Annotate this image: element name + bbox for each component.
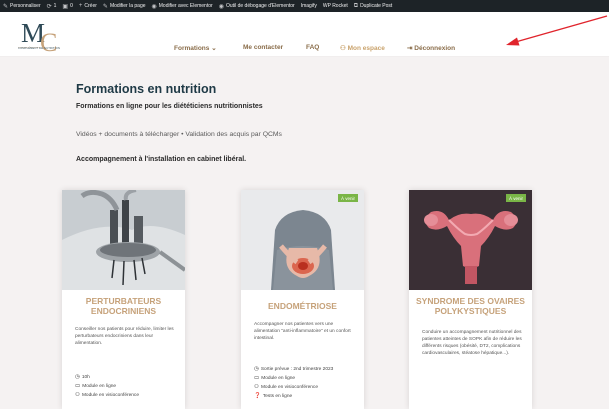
card-title[interactable]: SYNDROME DES OVAIRES POLYKYSTIQUES	[413, 296, 528, 316]
copy-icon: ⧉	[353, 2, 359, 9]
admin-bar-label: 1	[53, 3, 57, 9]
site-logo[interactable]: M C COMPLÉMENT DE NUTRITION	[18, 18, 80, 57]
comment-icon: ▣	[62, 3, 69, 10]
meta-text: Module en ligne	[82, 383, 117, 389]
admin-bar-label: Créer	[84, 3, 97, 9]
admin-bar-item[interactable]: ✎ Personnaliser	[3, 3, 41, 10]
elementor-icon: ◉	[218, 3, 224, 10]
svg-text:C: C	[40, 28, 57, 56]
admin-bar-label: Modifier la page	[109, 3, 146, 9]
clock-icon: ◷	[75, 374, 80, 380]
card-title[interactable]: PERTURBATEURS ENDOCRINIENS	[66, 296, 181, 316]
status-badge: À venir	[337, 194, 358, 202]
admin-bar-label: Modifier avec Elementor	[158, 3, 213, 9]
meta-tests: ❓ Tests en ligne	[254, 393, 292, 399]
logout-icon: ⇥	[407, 45, 413, 52]
user-group-icon: ⚇	[340, 45, 346, 52]
meta-online: ▭ Module en ligne	[75, 383, 116, 389]
plus-icon: +	[78, 3, 83, 9]
course-card-perturbateurs[interactable]: PERTURBATEURS ENDOCRINIENS Conseiller no…	[62, 190, 185, 409]
logo-mark-icon: M C	[18, 18, 57, 57]
page-title: Formations en nutrition	[76, 82, 217, 96]
nav-logout-label: Déconnexion	[414, 45, 456, 52]
accompaniment-line: Accompagnement à l'installation en cabin…	[76, 156, 247, 163]
page-subtitle: Formations en ligne pour les diététicien…	[76, 103, 263, 110]
uterus-image	[409, 190, 532, 290]
features-line: Vidéos + documents à télécharger • Valid…	[76, 131, 282, 138]
meta-text: Sortie prévue : 2nd trimestre 2023	[260, 366, 334, 372]
admin-bar-label: Duplicate Post	[360, 3, 393, 9]
course-card-endometriose[interactable]: À venir ENDOMÉTRIOSE Accompagner nos pat…	[241, 190, 364, 409]
pollution-spoon-image	[62, 190, 185, 290]
clock-icon: ◷	[254, 366, 259, 372]
card-description: Accompagner nos patientes vers une alime…	[254, 322, 351, 341]
meta-visio: ⚇ Module en visioconférence	[75, 392, 139, 398]
endometriosis-image	[241, 190, 364, 290]
admin-bar-item[interactable]: ◉ Modifier avec Elementor	[152, 3, 213, 10]
admin-bar-label: Personnaliser	[10, 3, 41, 9]
nav-contact[interactable]: Me contacter	[243, 44, 283, 51]
nav-faq[interactable]: FAQ	[306, 44, 319, 51]
nav-espace-label: Mon espace	[347, 45, 385, 52]
elementor-icon: ◉	[151, 3, 157, 10]
group-icon: ⚇	[75, 392, 80, 398]
nav-mon-espace[interactable]: ⚇ Mon espace	[340, 44, 385, 52]
meta-online: ▭ Module en ligne	[254, 375, 295, 381]
admin-bar-item[interactable]: ▣ 0	[62, 3, 72, 10]
card-title[interactable]: ENDOMÉTRIOSE	[245, 301, 360, 311]
admin-bar-item[interactable]: Imagify	[301, 3, 317, 9]
card-description: Conduire un accompagnement nutritionnel …	[422, 330, 522, 356]
admin-bar-label: Imagify	[300, 3, 317, 9]
brush-icon: ✎	[3, 3, 9, 10]
admin-bar-item[interactable]: + Créer	[79, 3, 97, 9]
admin-bar: ✎ Personnaliser ⟳ 1 ▣ 0 + Créer ✎ Modifier la pag…	[0, 0, 609, 12]
red-arrow-icon	[506, 15, 608, 46]
monitor-icon: ▭	[75, 383, 81, 389]
meta-text: Module en visioconférence	[81, 392, 140, 398]
question-icon: ❓	[254, 393, 261, 399]
meta-duration: ◷ 10h	[75, 374, 90, 380]
refresh-icon: ⟳	[46, 3, 52, 10]
nav-logout[interactable]: ⇥ Déconnexion	[407, 44, 455, 52]
nav-formations[interactable]: Formations ⌄	[174, 44, 217, 52]
meta-text: 10h	[81, 374, 90, 380]
meta-text: Tests en ligne	[262, 393, 293, 399]
admin-bar-label: WP Rocket	[322, 3, 348, 9]
meta-text: Module en visioconférence	[260, 384, 319, 390]
group-icon: ⚇	[254, 384, 259, 390]
admin-bar-label: Outil de débogage d'Elementor	[225, 3, 295, 9]
monitor-icon: ▭	[254, 375, 260, 381]
status-badge: À venir	[505, 194, 526, 202]
admin-bar-item[interactable]: WP Rocket	[323, 3, 348, 9]
meta-visio: ⚇ Module en visioconférence	[254, 384, 318, 390]
admin-bar-label: 0	[70, 3, 73, 9]
logo-tagline: COMPLÉMENT DE NUTRITION	[18, 47, 61, 50]
admin-bar-item[interactable]: ✎ Modifier la page	[103, 3, 146, 10]
admin-bar-item[interactable]: ◉ Outil de débogage d'Elementor	[219, 3, 295, 10]
card-description: Conseiller nos patients pour réduire, li…	[75, 327, 174, 346]
meta-text: Module en ligne	[261, 375, 296, 381]
course-card-sopk[interactable]: À venir SYNDROME DES OVAIRES POLYKYSTIQU…	[409, 190, 532, 409]
admin-bar-item[interactable]: ⟳ 1	[47, 3, 57, 10]
meta-release: ◷ Sortie prévue : 2nd trimestre 2023	[254, 366, 333, 372]
admin-bar-item[interactable]: ⧉ Duplicate Post	[354, 3, 393, 10]
pencil-icon: ✎	[102, 3, 108, 10]
